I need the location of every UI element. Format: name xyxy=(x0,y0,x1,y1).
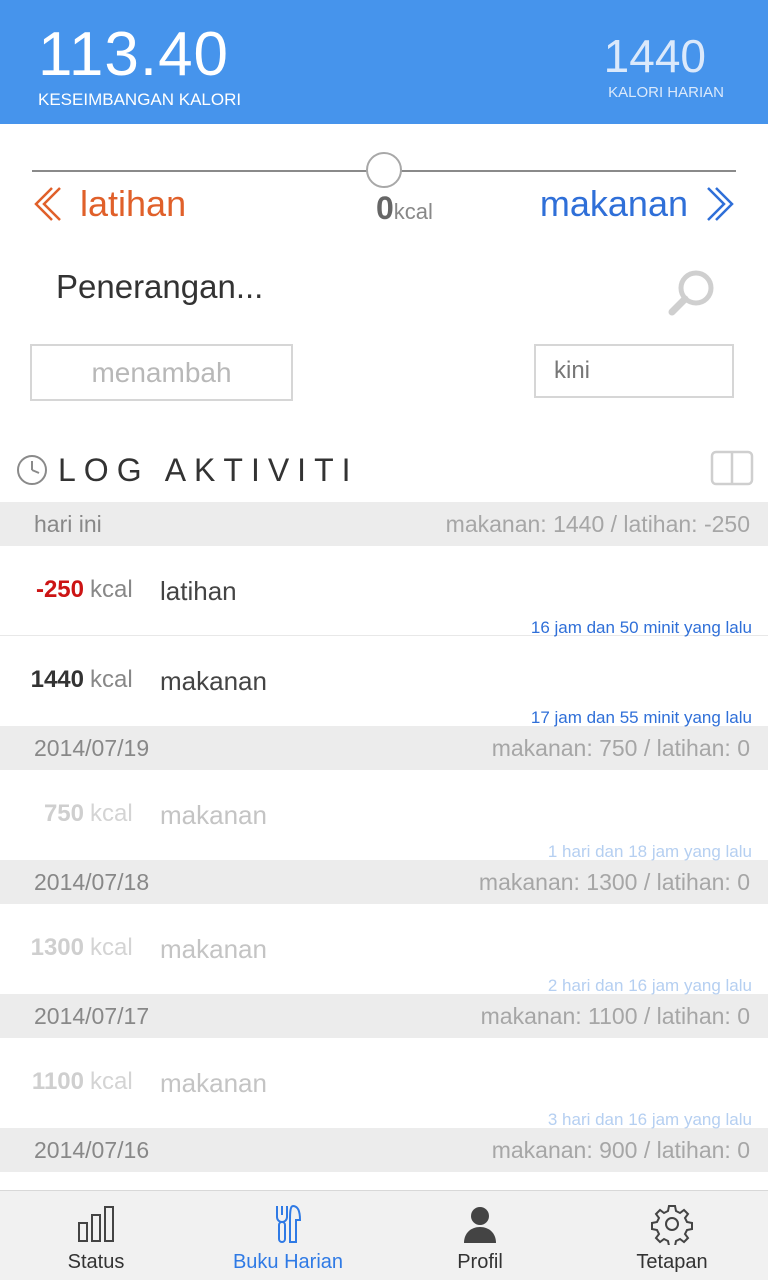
log-group-date: 2014/07/17 xyxy=(34,1002,150,1029)
log-entry-value: 750 xyxy=(43,800,84,827)
activity-log-title: LOG AKTIVITI xyxy=(58,452,359,488)
log-group-header: 2014/07/16 makanan: 900 / latihan: 0 xyxy=(0,1128,768,1172)
log-entry-kind: makanan xyxy=(160,666,267,696)
log-entry-kind: latihan xyxy=(160,576,237,606)
daily-calorie-value: 1440 xyxy=(603,30,706,82)
log-entry-unit: kcal xyxy=(90,666,133,693)
clock-icon xyxy=(17,455,47,485)
log-entry-time-ago: 17 jam dan 55 minit yang lalu xyxy=(530,708,752,727)
exercise-selector[interactable]: latihan xyxy=(30,178,186,230)
log-group-summary: makanan: 900 / latihan: 0 xyxy=(491,1136,750,1163)
nav-item-status[interactable]: Status xyxy=(0,1191,192,1280)
fork-knife-icon xyxy=(276,1204,302,1243)
search-icon[interactable] xyxy=(664,266,720,322)
log-entry-unit: kcal xyxy=(90,1068,133,1095)
log-entry-time-ago: 3 hari dan 16 jam yang lalu xyxy=(547,1110,752,1129)
log-entry-kind: makanan xyxy=(160,800,267,830)
chevron-right-icon xyxy=(707,187,734,221)
nav-item-profil[interactable]: Profil xyxy=(384,1191,576,1280)
log-entry-unit: kcal xyxy=(90,576,133,603)
log-entry-unit: kcal xyxy=(90,800,133,827)
log-entry-unit: kcal xyxy=(90,934,133,961)
calorie-header: 113.40 KESEIMBANGAN KALORI 1440 KALORI H… xyxy=(0,0,768,124)
log-entry-value: -250 xyxy=(35,576,84,603)
log-entry-time-ago: 16 jam dan 50 minit yang lalu xyxy=(530,618,752,637)
slider-kcal-value: 0 xyxy=(376,190,394,226)
slider-kcal-unit: kcal xyxy=(393,199,433,224)
log-entry[interactable]: 1300 kcal makanan 2 hari dan 16 jam yang… xyxy=(0,904,768,995)
exercise-label: latihan xyxy=(80,183,187,224)
log-entry[interactable]: 750 kcal makanan 1 hari dan 18 jam yang … xyxy=(0,770,768,861)
nav-item-label: Profil xyxy=(457,1251,503,1273)
log-group-header: hari ini makanan: 1440 / latihan: -250 xyxy=(0,502,768,546)
nav-item-label: Tetapan xyxy=(636,1251,708,1273)
bar-chart-icon xyxy=(78,1206,114,1242)
log-group-date: 2014/07/18 xyxy=(34,868,150,895)
bottom-navigation: Status Buku Harian Profil Tetapan xyxy=(0,1190,768,1280)
log-group-header: 2014/07/18 makanan: 1300 / latihan: 0 xyxy=(0,860,768,904)
log-group-header: 2014/07/19 makanan: 750 / latihan: 0 xyxy=(0,726,768,770)
calorie-balance-label: KESEIMBANGAN KALORI xyxy=(38,90,242,109)
log-entry-value: 1440 xyxy=(30,666,84,693)
log-entry-kind: makanan xyxy=(160,934,267,964)
log-group-summary: makanan: 750 / latihan: 0 xyxy=(491,734,750,761)
slider-kcal-readout: 0kcal xyxy=(376,190,433,227)
log-group-date: 2014/07/19 xyxy=(34,734,150,761)
daily-calorie-label: KALORI HARIAN xyxy=(608,84,724,101)
log-entry-time-ago: 2 hari dan 16 jam yang lalu xyxy=(547,976,752,995)
log-group-summary: makanan: 1440 / latihan: -250 xyxy=(445,510,750,537)
log-entry-value: 1100 xyxy=(31,1068,84,1095)
log-group-summary: makanan: 1300 / latihan: 0 xyxy=(478,868,750,895)
log-group-date: 2014/07/16 xyxy=(34,1136,150,1163)
person-icon xyxy=(464,1207,496,1243)
time-field[interactable]: kini xyxy=(534,344,734,398)
log-group-header: 2014/07/17 makanan: 1100 / latihan: 0 xyxy=(0,994,768,1038)
log-entry-time-ago: 1 hari dan 18 jam yang lalu xyxy=(547,842,752,861)
activity-log-list[interactable]: hari ini makanan: 1440 / latihan: -250 -… xyxy=(0,502,768,1190)
food-selector[interactable]: makanan xyxy=(540,178,738,230)
gear-icon xyxy=(651,1205,693,1245)
log-entry[interactable]: 1440 kcal makanan 17 jam dan 55 minit ya… xyxy=(0,636,768,727)
log-entry[interactable]: -250 kcal latihan 16 jam dan 50 minit ya… xyxy=(0,546,768,637)
log-entry-value: 1300 xyxy=(30,934,84,961)
log-entry[interactable]: 1100 kcal makanan 3 hari dan 16 jam yang… xyxy=(0,1038,768,1129)
nav-item-label: Status xyxy=(67,1251,125,1273)
log-group-date: hari ini xyxy=(34,510,102,537)
log-group-summary: makanan: 1100 / latihan: 0 xyxy=(480,1002,750,1029)
calorie-slider-knob[interactable] xyxy=(366,152,402,188)
food-label: makanan xyxy=(539,183,688,224)
book-icon[interactable] xyxy=(710,450,754,486)
log-entry-kind: makanan xyxy=(160,1068,267,1098)
nav-item-label: Buku Harian xyxy=(232,1251,344,1273)
nav-item-tetapan[interactable]: Tetapan xyxy=(576,1191,768,1280)
description-input[interactable]: Penerangan... xyxy=(56,268,263,306)
calorie-balance-value: 113.40 xyxy=(38,20,230,89)
chevron-left-icon xyxy=(34,187,61,221)
add-calorie-input[interactable]: menambah xyxy=(30,344,293,401)
nav-item-buku-harian[interactable]: Buku Harian xyxy=(192,1191,384,1280)
